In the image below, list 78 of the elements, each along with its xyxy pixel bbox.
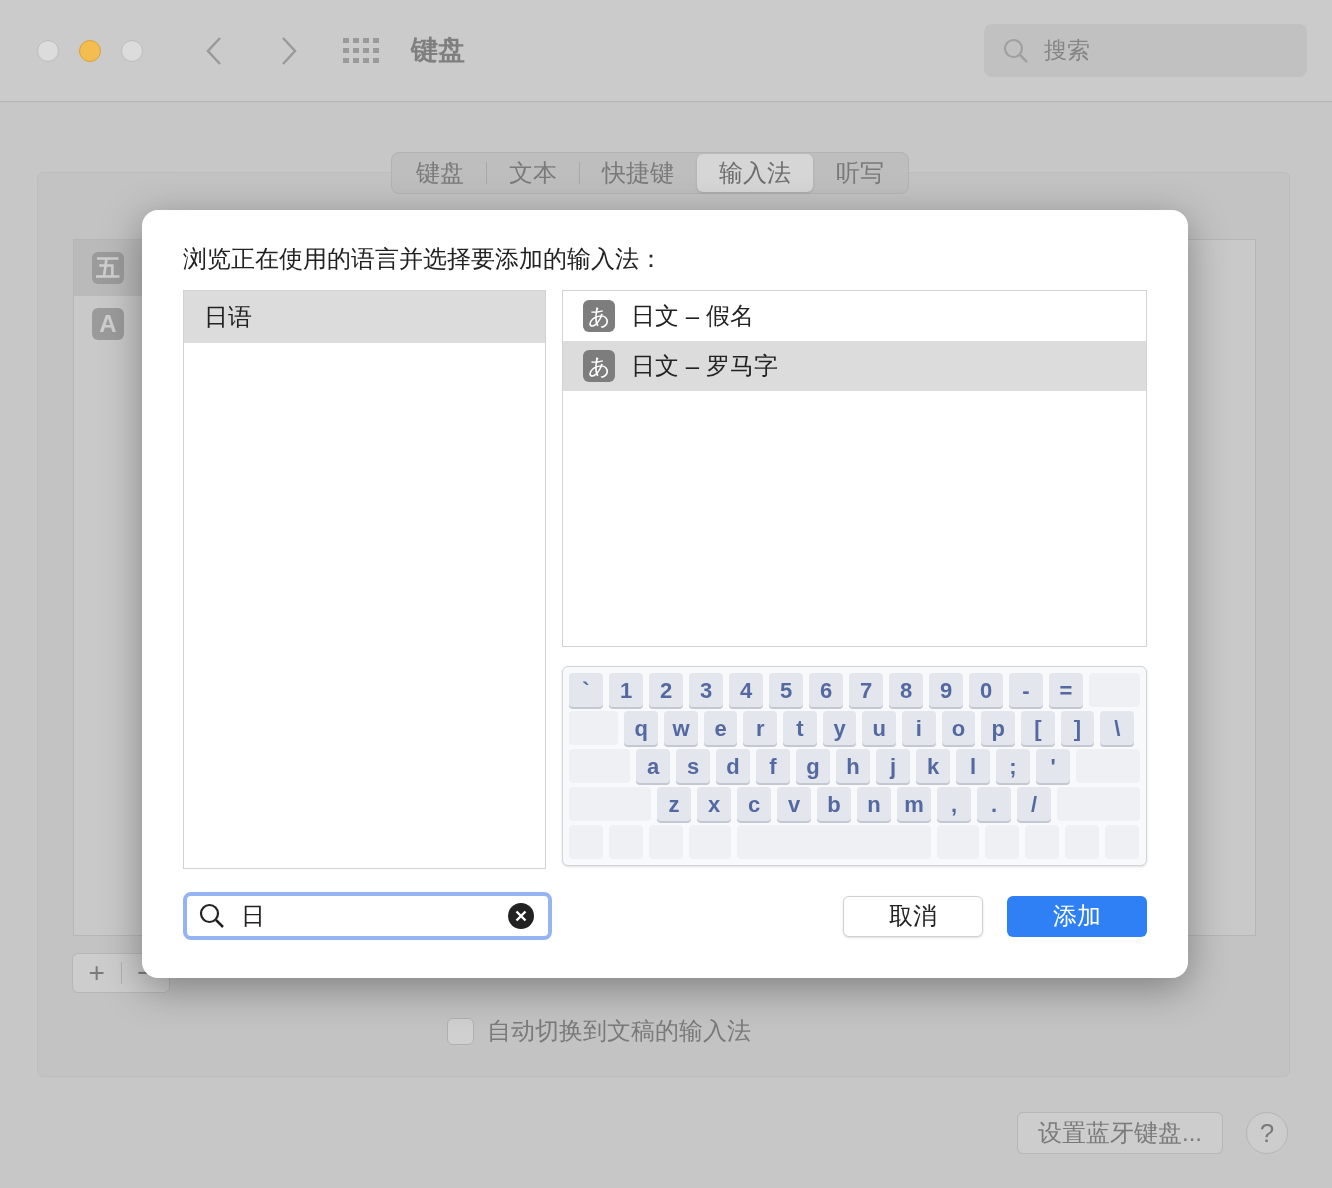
window-title: 键盘	[411, 34, 465, 68]
keyboard-key: 4	[729, 673, 763, 707]
input-method-label: 日文 – 假名	[631, 301, 754, 331]
help-button[interactable]: ?	[1246, 1112, 1288, 1154]
keyboard-key: c	[737, 787, 771, 821]
keyboard-key: o	[941, 711, 976, 745]
search-icon	[1003, 38, 1029, 64]
keyboard-key: z	[657, 787, 691, 821]
tab[interactable]: 快捷键	[580, 154, 696, 192]
keyboard-key: v	[777, 787, 811, 821]
keyboard-key: l	[956, 749, 990, 783]
clear-icon[interactable]	[508, 903, 534, 929]
keyboard-key: m	[897, 787, 931, 821]
input-method-label: 日文 – 罗马字	[631, 351, 778, 381]
checkbox-label: 自动切换到文稿的输入法	[487, 1016, 751, 1046]
keyboard-key: s	[676, 749, 710, 783]
keyboard-key: 2	[649, 673, 683, 707]
keyboard-key: w	[664, 711, 698, 745]
keyboard-key: u	[862, 711, 897, 745]
close-button[interactable]	[37, 39, 59, 62]
keyboard-key: 6	[809, 673, 843, 707]
keyboard-key: '	[1036, 749, 1070, 783]
keyboard-key: h	[836, 749, 870, 783]
keyboard-key: f	[756, 749, 790, 783]
keyboard-key: 8	[889, 673, 923, 707]
search-field[interactable]: 搜索	[984, 24, 1307, 77]
minimize-button[interactable]	[79, 39, 101, 62]
keyboard-key: 5	[769, 673, 803, 707]
keyboard-key: .	[977, 787, 1011, 821]
keyboard-key: n	[857, 787, 891, 821]
keyboard-key: r	[743, 711, 778, 745]
keyboard-key: x	[697, 787, 731, 821]
keyboard-key: 1	[609, 673, 643, 707]
keyboard-key: ]	[1060, 711, 1095, 745]
keyboard-key: /	[1017, 787, 1051, 821]
keyboard-key: k	[916, 749, 950, 783]
keyboard-key: =	[1049, 673, 1083, 707]
bluetooth-keyboard-button[interactable]: 设置蓝牙键盘...	[1017, 1112, 1223, 1154]
keyboard-key: b	[817, 787, 851, 821]
keyboard-key: \	[1100, 711, 1134, 745]
keyboard-key: g	[796, 749, 830, 783]
input-method-row[interactable]: あ 日文 – 罗马字	[563, 341, 1146, 391]
keyboard-key: e	[703, 711, 738, 745]
input-method-icon: あ	[583, 300, 615, 332]
keyboard-key: [	[1021, 711, 1055, 745]
keyboard-key: 9	[929, 673, 963, 707]
add-button[interactable]: +	[73, 959, 121, 987]
back-icon[interactable]	[205, 35, 223, 66]
add-button[interactable]: 添加	[1007, 895, 1147, 937]
keyboard-key: `	[569, 673, 603, 707]
tab[interactable]: 输入法	[697, 154, 813, 192]
keyboard-key: i	[902, 711, 936, 745]
grid-icon[interactable]	[343, 37, 381, 64]
search-icon	[199, 903, 225, 929]
tab[interactable]: 键盘	[394, 154, 486, 192]
tab[interactable]: 听写	[814, 154, 906, 192]
keyboard-key: a	[636, 749, 670, 783]
tab[interactable]: 文本	[487, 154, 579, 192]
keyboard-key: q	[624, 711, 659, 745]
cancel-button[interactable]: 取消	[843, 895, 983, 937]
zoom-button[interactable]	[121, 39, 143, 62]
keyboard-key: t	[783, 711, 817, 745]
language-row[interactable]: 日语	[184, 291, 545, 343]
keyboard-key: ;	[996, 749, 1030, 783]
input-method-icon: あ	[583, 350, 615, 382]
sheet-prompt: 浏览正在使用的语言并选择要添加的输入法：	[183, 244, 664, 274]
keyboard-key: 0	[969, 673, 1003, 707]
keyboard-key: y	[822, 711, 857, 745]
keyboard-key: 7	[849, 673, 883, 707]
keyboard-key: 3	[689, 673, 723, 707]
checkbox[interactable]	[447, 1017, 474, 1045]
keyboard-key: j	[876, 749, 910, 783]
keyboard-key: p	[981, 711, 1016, 745]
keyboard-key: d	[716, 749, 750, 783]
search-field[interactable]: 日	[183, 892, 552, 940]
keyboard-key: ,	[937, 787, 971, 821]
keyboard-key: -	[1009, 673, 1043, 707]
forward-icon[interactable]	[280, 35, 298, 66]
